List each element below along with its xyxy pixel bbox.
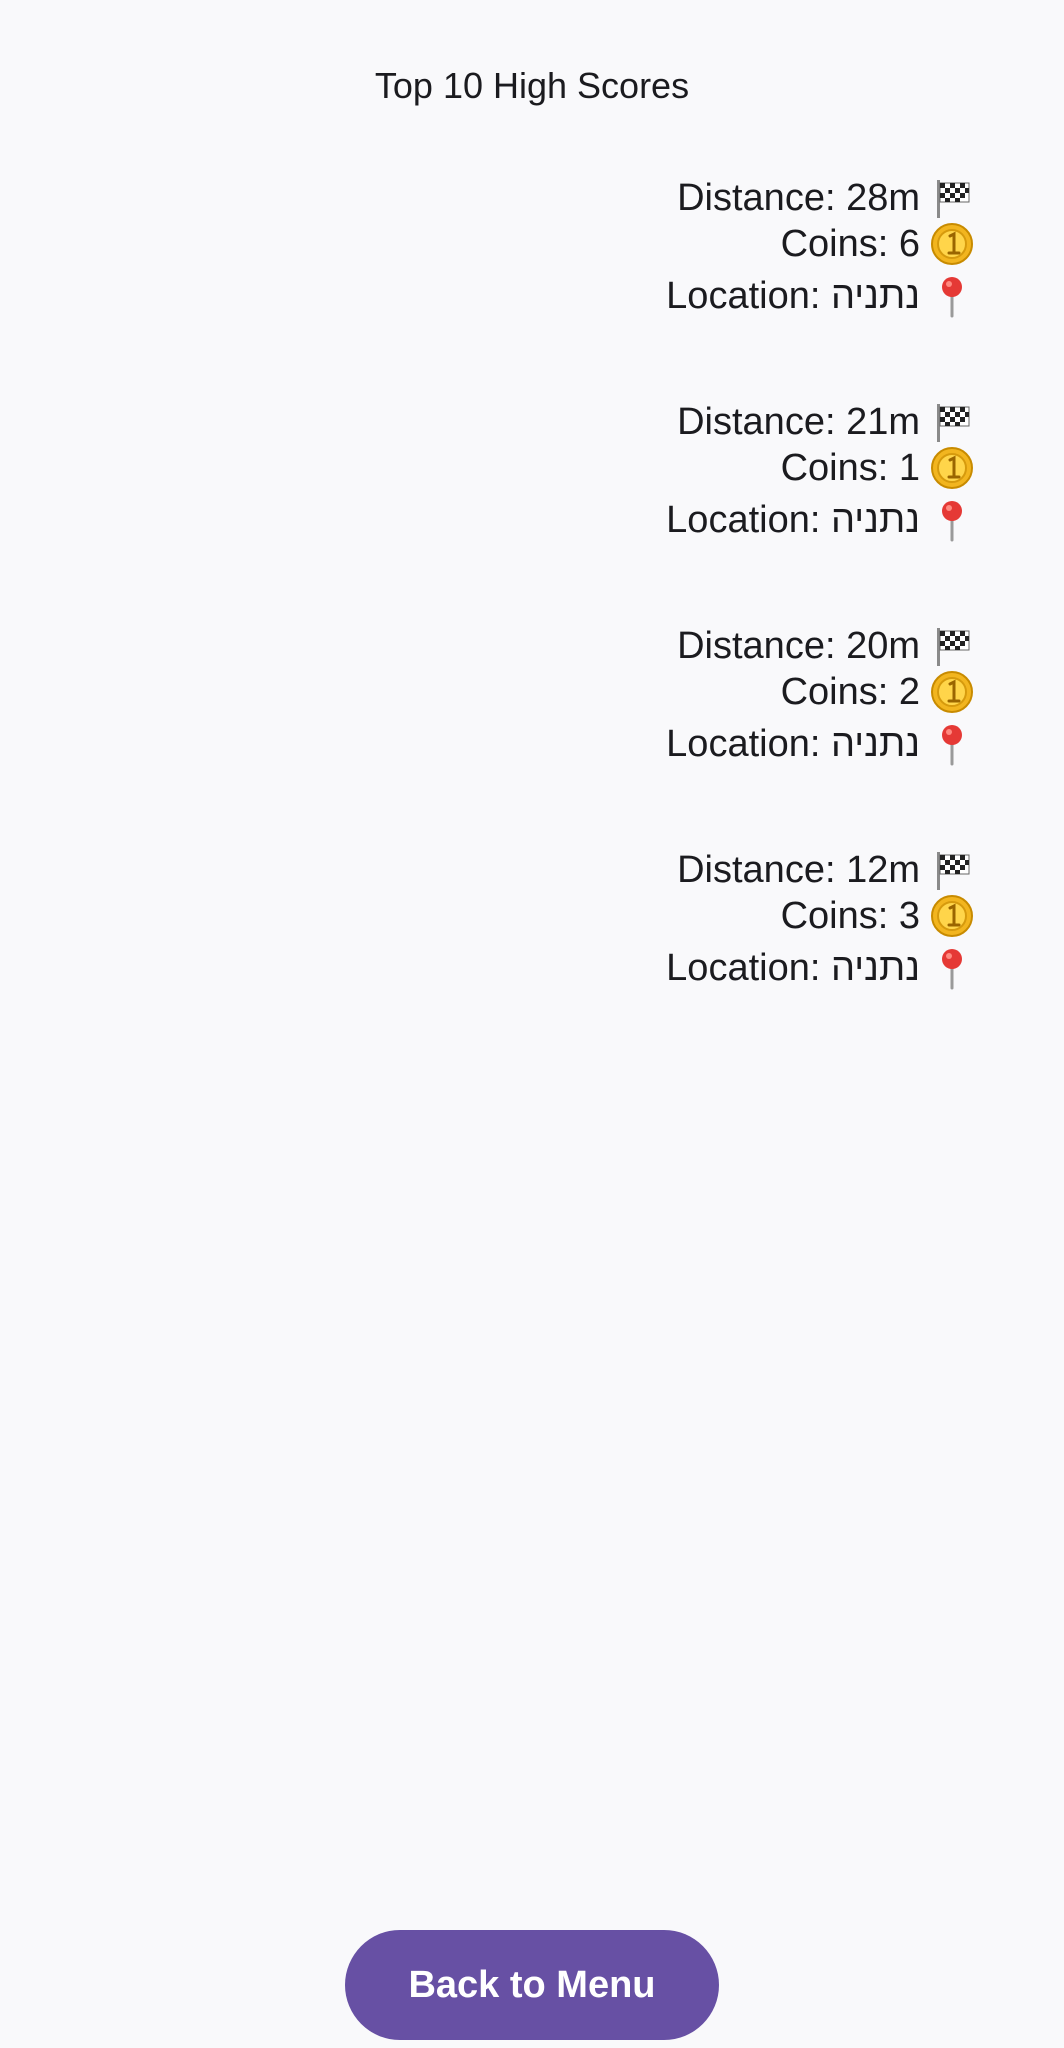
coins-row: Coins: 2	[781, 668, 974, 716]
distance-label: Distance: 28m	[677, 177, 920, 219]
score-entry: Distance: 12m Coins: 3 Location: נתניה	[454, 846, 974, 1006]
location-row: Location: נתניה	[666, 720, 974, 768]
distance-row: Distance: 28m	[677, 174, 974, 222]
coins-label: Coins: 6	[780, 223, 920, 265]
coin-icon	[930, 894, 974, 938]
coin-icon	[930, 670, 974, 714]
coins-label: Coins: 2	[780, 671, 920, 713]
map-pin-icon	[930, 946, 974, 990]
score-entry: Distance: 21m Coins: 1 Location: נתניה	[454, 398, 974, 558]
distance-label: Distance: 20m	[677, 625, 920, 667]
checkered-flag-icon	[930, 400, 974, 444]
location-row: Location: נתניה	[666, 272, 974, 320]
checkered-flag-icon	[930, 176, 974, 220]
location-label: Location: נתניה	[666, 499, 920, 541]
distance-label: Distance: 21m	[677, 401, 920, 443]
distance-row: Distance: 20m	[677, 622, 974, 670]
checkered-flag-icon	[930, 848, 974, 892]
page-title: Top 10 High Scores	[374, 65, 690, 106]
checkered-flag-icon	[930, 624, 974, 668]
coin-icon	[930, 446, 974, 490]
score-entry: Distance: 28m Coins: 6 Location: נתניה	[454, 174, 974, 334]
location-label: Location: נתניה	[666, 947, 920, 989]
map-pin-icon	[930, 274, 974, 318]
coins-label: Coins: 1	[780, 447, 920, 489]
location-row: Location: נתניה	[666, 944, 974, 992]
coins-row: Coins: 6	[781, 220, 974, 268]
coins-row: Coins: 1	[781, 444, 974, 492]
location-row: Location: נתניה	[666, 496, 974, 544]
back-to-menu-button[interactable]: Back to Menu	[345, 1930, 719, 2040]
distance-label: Distance: 12m	[677, 849, 920, 891]
location-label: Location: נתניה	[666, 723, 920, 765]
coin-icon	[930, 222, 974, 266]
map-pin-icon	[930, 722, 974, 766]
coins-label: Coins: 3	[780, 895, 920, 937]
location-label: Location: נתניה	[666, 275, 920, 317]
map-pin-icon	[930, 498, 974, 542]
coins-row: Coins: 3	[781, 892, 974, 940]
distance-row: Distance: 21m	[677, 398, 974, 446]
distance-row: Distance: 12m	[677, 846, 974, 894]
score-entry: Distance: 20m Coins: 2 Location: נתניה	[454, 622, 974, 782]
